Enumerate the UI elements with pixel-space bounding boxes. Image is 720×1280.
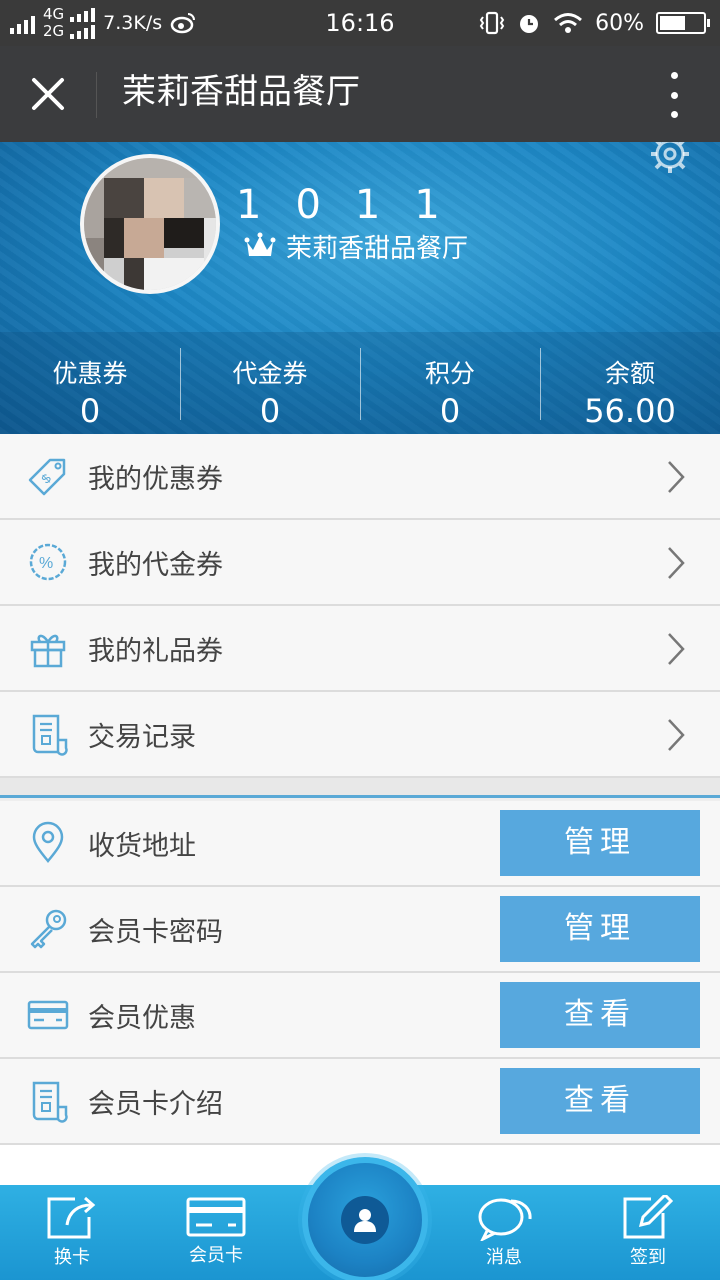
battery-percent: 60% xyxy=(595,10,644,36)
setting-label: 会员卡密码 xyxy=(88,916,223,948)
setting-member-benefits: 会员优惠 查看 xyxy=(0,973,720,1059)
chevron-right-icon xyxy=(668,719,685,751)
setting-label: 会员卡介绍 xyxy=(88,1088,223,1120)
wifi-icon xyxy=(554,13,583,33)
key-icon xyxy=(30,909,67,949)
manage-address-button[interactable]: 管理 xyxy=(500,810,700,876)
user-icon xyxy=(354,1209,376,1232)
stat-value: 56.00 xyxy=(584,392,676,430)
stat-label: 余额 xyxy=(604,359,655,388)
title-divider xyxy=(96,72,97,118)
net-bottom-label: 2G xyxy=(43,22,65,40)
svg-text:%: % xyxy=(39,555,53,572)
tab-label: 签到 xyxy=(630,1247,666,1268)
tab-label: 换卡 xyxy=(54,1247,90,1268)
setting-label: 收货地址 xyxy=(88,830,196,862)
weibo-icon xyxy=(170,13,196,34)
center-profile-button[interactable] xyxy=(302,1157,428,1280)
card-icon xyxy=(186,1197,246,1237)
scroll-receipt-icon xyxy=(32,1081,68,1123)
menu-item-label: 我的代金券 xyxy=(88,549,223,581)
net-speed: 7.3K/s xyxy=(103,12,163,34)
settings-gear-icon[interactable] xyxy=(648,142,692,176)
alarm-icon xyxy=(520,15,539,33)
chat-bubbles-icon xyxy=(478,1198,532,1241)
menu-item-label: 交易记录 xyxy=(88,721,196,753)
section-divider xyxy=(0,778,720,798)
view-benefits-button[interactable]: 查看 xyxy=(500,982,700,1048)
setting-card-intro: 会员卡介绍 查看 xyxy=(0,1059,720,1145)
stat-value: 0 xyxy=(439,392,461,430)
close-button[interactable] xyxy=(22,70,74,118)
edit-icon xyxy=(623,1195,674,1239)
stat-vouchers[interactable]: 代金券 0 xyxy=(180,332,360,434)
tab-switch-card[interactable]: 换卡 xyxy=(22,1185,122,1280)
profile-banner: 1011 茉莉香甜品餐厅 优惠券 0 代金券 0 积分 0 余额 56.00 xyxy=(0,142,720,434)
tab-messages[interactable]: 消息 xyxy=(454,1185,554,1280)
menu-item-my-gift-vouchers[interactable]: 我的礼品券 xyxy=(0,606,720,692)
more-menu-button[interactable] xyxy=(664,72,684,118)
chevron-right-icon xyxy=(668,547,685,579)
net-top-label: 4G xyxy=(43,5,65,23)
close-icon xyxy=(32,78,64,110)
setting-card-password: 会员卡密码 管理 xyxy=(0,887,720,973)
percent-badge-icon: % xyxy=(29,543,67,581)
crown-icon xyxy=(244,232,276,256)
menu-item-label: 我的礼品券 xyxy=(88,635,223,667)
bottom-tab-bar: 换卡 会员卡 消息 签到 xyxy=(0,1157,720,1280)
view-intro-button[interactable]: 查看 xyxy=(500,1068,700,1134)
battery-icon xyxy=(656,12,710,34)
gift-icon xyxy=(30,634,66,668)
stat-balance[interactable]: 余额 56.00 xyxy=(540,332,720,434)
stats-bar: 优惠券 0 代金券 0 积分 0 余额 56.00 xyxy=(0,332,720,434)
stat-label: 积分 xyxy=(424,359,475,388)
scroll-receipt-icon xyxy=(32,714,68,756)
member-shop: 茉莉香甜品餐厅 xyxy=(244,228,468,264)
stat-value: 0 xyxy=(259,392,281,430)
stat-coupons[interactable]: 优惠券 0 xyxy=(0,332,180,434)
tab-label: 会员卡 xyxy=(189,1245,243,1266)
status-bar: 4G 2G 7.3K/s 16:16 60% xyxy=(0,0,720,46)
setting-shipping-address: 收货地址 管理 xyxy=(0,801,720,887)
coupon-tag-icon: $ xyxy=(28,458,66,496)
tab-check-in[interactable]: 签到 xyxy=(598,1185,698,1280)
menu-item-my-coupons[interactable]: $ 我的优惠券 xyxy=(0,434,720,520)
chevron-right-icon xyxy=(668,461,685,493)
setting-label: 会员优惠 xyxy=(88,1002,196,1034)
stat-value: 0 xyxy=(79,392,101,430)
member-number: 1011 xyxy=(236,182,474,228)
menu-item-my-vouchers[interactable]: % 我的代金券 xyxy=(0,520,720,606)
tab-label: 消息 xyxy=(486,1247,522,1268)
member-settings: 收货地址 管理 会员卡密码 管理 会员优惠 查看 会员卡介绍 查看 xyxy=(0,801,720,1145)
stat-label: 优惠券 xyxy=(52,359,128,388)
chevron-right-icon xyxy=(668,633,685,665)
vibrate-icon xyxy=(479,11,505,35)
stat-points[interactable]: 积分 0 xyxy=(360,332,540,434)
svg-text:$: $ xyxy=(38,470,54,486)
account-menu: $ 我的优惠券 % 我的代金券 我的礼品券 交易记录 xyxy=(0,434,720,778)
tab-member-card[interactable]: 会员卡 xyxy=(166,1185,266,1280)
page-title: 茉莉香甜品餐厅 xyxy=(122,72,360,112)
avatar[interactable] xyxy=(80,154,220,294)
title-bar: 茉莉香甜品餐厅 xyxy=(0,46,720,142)
signal-icon xyxy=(10,12,35,34)
member-shop-name: 茉莉香甜品餐厅 xyxy=(286,233,469,264)
menu-item-label: 我的优惠券 xyxy=(88,463,223,495)
menu-item-transaction-records[interactable]: 交易记录 xyxy=(0,692,720,778)
network-indicator: 4G 2G xyxy=(43,5,96,40)
card-icon xyxy=(27,1000,69,1030)
location-pin-icon xyxy=(32,821,64,863)
manage-password-button[interactable]: 管理 xyxy=(500,896,700,962)
share-card-icon xyxy=(47,1196,96,1239)
stat-label: 代金券 xyxy=(232,359,308,388)
